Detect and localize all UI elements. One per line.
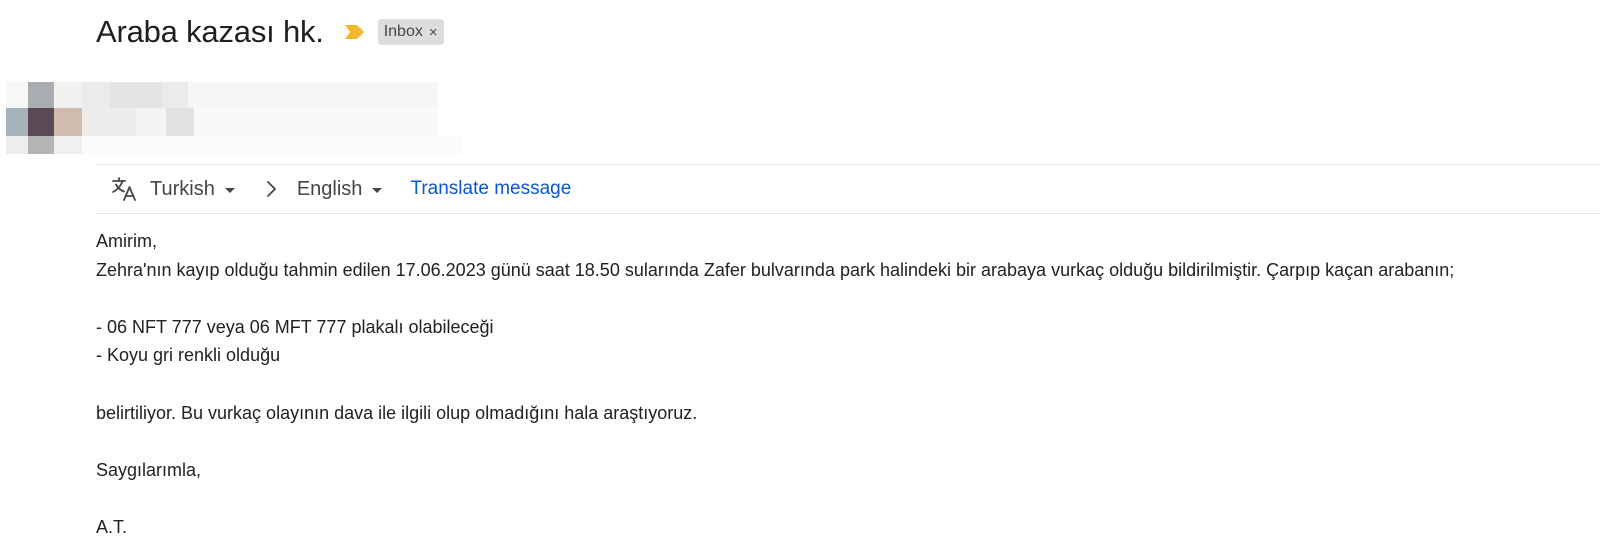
body-line: - Koyu gri renkli olduğu [96,345,281,366]
inbox-label-chip: Inbox × [377,19,444,45]
email-body: Amirim, Zehra'nın kayıp olduğu tahmin ed… [96,227,1596,542]
body-line: Amirim, [96,231,157,251]
importance-marker-icon[interactable] [344,25,364,39]
body-line [96,484,1596,513]
body-line [96,427,1596,456]
body-line: belirtiliyor. Bu vurkaç olayının dava il… [96,402,698,423]
body-line: Saygılarımla, [96,459,202,480]
body-line [96,370,1596,399]
subject-row: Araba kazası hk. Inbox × [96,10,444,54]
body-line: A.T. [96,516,128,537]
sender-info-redacted [6,82,466,158]
source-language-label: Turkish [150,177,215,200]
body-line: - 06 NFT 777 veya 06 MFT 777 plakalı ola… [96,316,494,337]
target-language-select[interactable]: English [297,178,383,201]
body-line [96,284,1596,313]
translate-bar: Turkish English Translate message [96,164,1600,214]
target-language-caret-icon [372,187,383,193]
translate-message-link[interactable]: Translate message [410,178,571,200]
email-subject: Araba kazası hk. [96,14,324,49]
source-language-caret-icon [224,187,235,193]
translate-icon [112,177,136,201]
body-line: Zehra'nın kayıp olduğu tahmin edilen 17.… [96,259,1455,280]
target-language-label: English [296,177,363,200]
remove-label-icon[interactable]: × [429,24,438,41]
inbox-label-text: Inbox [383,23,423,40]
chevron-right-icon [266,181,276,197]
source-language-select[interactable]: Turkish [150,178,235,201]
